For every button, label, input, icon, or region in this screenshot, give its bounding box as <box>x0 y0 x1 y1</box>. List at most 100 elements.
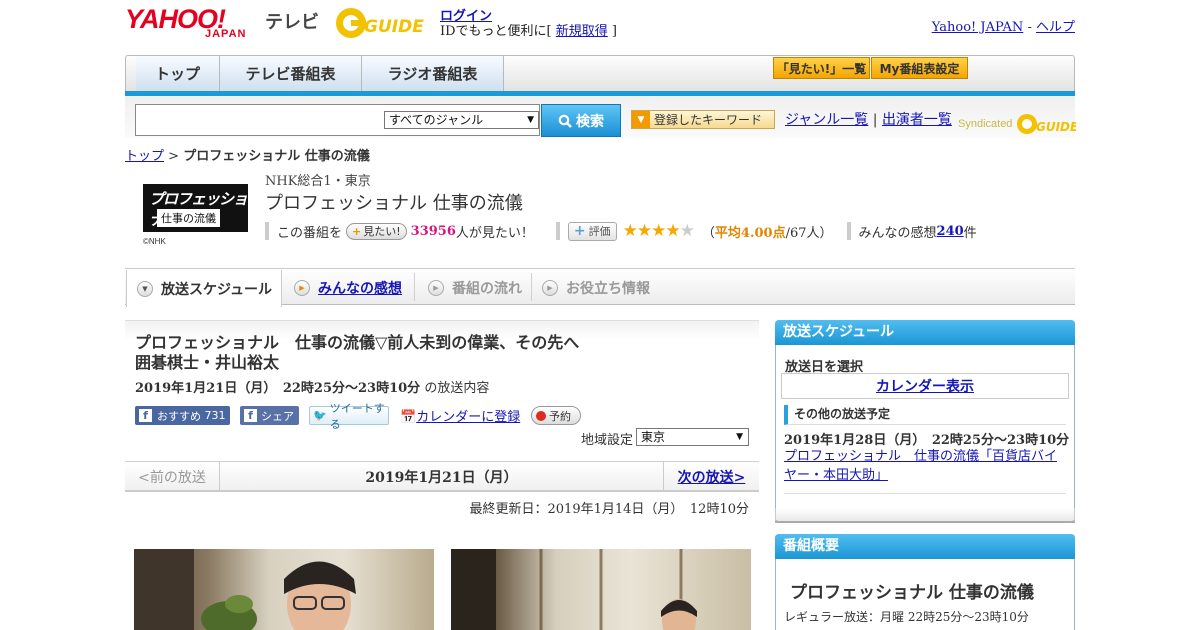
nhk-credit: ©NHK <box>143 237 166 246</box>
divider <box>784 493 1066 494</box>
breadcrumb-top-link[interactable]: トップ <box>125 149 164 164</box>
header-link-sep: - <box>1023 20 1036 35</box>
chevron-down-icon: ▼ <box>137 280 153 297</box>
yahoo-japan-link[interactable]: Yahoo! JAPAN <box>932 20 1024 35</box>
region-label: 地域設定 <box>581 433 634 448</box>
search-button[interactable]: 検索 <box>541 104 621 137</box>
page-title: プロフェッショナル 仕事の流儀 <box>265 193 523 214</box>
program-logo-line2: 仕事の流儀 <box>157 209 220 227</box>
next-broadcast-link[interactable]: 次の放送> <box>663 461 759 492</box>
syndicated-label: Syndicated <box>958 117 1013 130</box>
genre-list-link[interactable]: ジャンル一覧 <box>785 112 868 128</box>
plus-icon: + <box>573 223 586 239</box>
tab-label: みんなの感想 <box>318 280 402 297</box>
nav-tab-top[interactable]: トップ <box>136 56 220 91</box>
other-broadcast-link[interactable]: プロフェッショナル 仕事の流儀「百貨店バイヤー・本田大助」 <box>784 447 1066 485</box>
region-select[interactable]: 東京 ▼ <box>636 428 749 446</box>
episode-title: プロフェッショナル 仕事の流儀▽前人未到の偉業、その先へ 囲碁棋士・井山裕太 <box>135 333 596 372</box>
facebook-like-label: おすすめ <box>157 409 201 423</box>
genre-select-value: すべてのジャンル <box>389 113 484 127</box>
calendar-register-link[interactable]: カレンダーに登録 <box>416 410 520 425</box>
tab-divider <box>414 273 415 301</box>
want-list-button[interactable]: 「見たい!」一覧 <box>773 57 870 79</box>
reserve-label: 予約 <box>549 409 571 423</box>
register-link[interactable]: 新規取得 <box>556 24 608 39</box>
search-links: ジャンル一覧 | 出演者一覧 <box>785 109 952 129</box>
facebook-icon: f <box>139 409 152 422</box>
last-updated: 最終更新日：2019年1月14日（月） 12時10分 <box>469 502 749 517</box>
tab-program-flow[interactable]: ▶ 番組の流れ <box>416 270 531 305</box>
average-suffix: /67人） <box>785 225 833 241</box>
schedule-sidebar-title: 放送スケジュール <box>775 320 1075 345</box>
login-prompt-prefix: IDでもっと便利に[ <box>440 24 556 39</box>
tweet-label: ツイートする <box>329 401 385 431</box>
want-count: 33956 <box>410 223 456 239</box>
next-broadcast-label: 次の放送> <box>677 469 746 486</box>
breadcrumb-sep: > <box>164 149 184 164</box>
want-button-label: 見たい! <box>363 225 401 238</box>
facebook-like-count: 731 <box>204 409 226 422</box>
breadcrumb-current: プロフェッショナル 仕事の流儀 <box>183 149 370 164</box>
gguide-logo: GUIDE <box>334 6 434 40</box>
twitter-bird-icon: 🐦 <box>313 409 327 422</box>
episode-photo[interactable] <box>451 549 751 630</box>
facebook-share-button[interactable]: f シェア <box>240 406 299 425</box>
summary-sidebar-title: 番組概要 <box>775 534 1075 559</box>
calendar-icon: 📅 <box>400 410 417 425</box>
search-button-label: 検索 <box>576 113 604 130</box>
rate-button[interactable]: + 評価 <box>567 221 617 241</box>
genre-select[interactable]: すべてのジャンル ▼ <box>384 111 539 129</box>
stats-separator <box>555 222 560 240</box>
chevron-right-icon: ▶ <box>542 279 558 296</box>
channel-name: NHK総合1・東京 <box>265 174 371 189</box>
registered-keyword-button[interactable]: ▼ 登録したキーワード <box>631 110 775 129</box>
episode-datetime-value: 2019年1月21日（月） 22時25分～23時10分 <box>135 381 421 396</box>
tab-useful-info[interactable]: ▶ お役立ち情報 <box>532 270 662 305</box>
episode-photo[interactable] <box>134 549 434 630</box>
region-select-value: 東京 <box>641 430 666 444</box>
impressions-count-link[interactable]: 240 <box>937 224 964 239</box>
prev-broadcast-link[interactable]: <前の放送 <box>125 461 220 492</box>
want-to-watch-button[interactable]: + 見たい! <box>346 222 407 240</box>
stats-separator <box>846 222 851 240</box>
tab-label: お役立ち情報 <box>566 280 650 297</box>
star-filled-icon: ★ <box>636 221 652 241</box>
facebook-like-button[interactable]: f おすすめ 731 <box>135 406 230 425</box>
tab-label: 番組の流れ <box>452 280 522 297</box>
my-schedule-button[interactable]: My番組表設定 <box>871 57 968 79</box>
tab-label: 放送スケジュール <box>161 281 273 298</box>
pager-current-date: 2019年1月21日（月） <box>365 469 518 486</box>
yahoo-japan-logo-text: JAPAN <box>205 28 247 40</box>
summary-program-title: プロフェッショナル 仕事の流儀 <box>790 583 1034 603</box>
want-prefix: この番組を <box>277 225 343 241</box>
episode-datetime-suffix: の放送内容 <box>424 381 490 396</box>
login-prompt: IDでもっと便利に[ 新規取得 ] <box>440 20 617 39</box>
gguide-logo-text: GUIDE <box>364 17 424 37</box>
tweet-button[interactable]: 🐦 ツイートする <box>309 402 389 431</box>
header-links: Yahoo! JAPAN - ヘルプ <box>932 16 1075 35</box>
program-stats: この番組を + 見たい! 33956 人が見たい！ + 評価 ★★★★★ （平均4.0… <box>265 221 977 241</box>
nav-tab-tv-schedule[interactable]: テレビ番組表 <box>220 56 362 91</box>
chevron-right-icon: ▶ <box>294 279 310 296</box>
star-empty-icon: ★ <box>679 221 695 241</box>
gguide-small-logo: GUIDE <box>1016 114 1079 134</box>
reserve-button[interactable]: 予約 <box>531 406 581 425</box>
record-dot-icon <box>536 410 546 421</box>
chevron-down-icon: ▼ <box>736 432 743 442</box>
breadcrumb: トップ > プロフェッショナル 仕事の流儀 <box>125 145 370 164</box>
tv-logo-text[interactable]: テレビ <box>265 8 319 34</box>
tab-impressions[interactable]: ▶ みんなの感想 <box>282 270 412 305</box>
rating-stars: ★★★★★ <box>623 221 695 241</box>
calendar-view-label: カレンダー表示 <box>876 379 974 395</box>
calendar-view-button[interactable]: カレンダー表示 <box>781 373 1069 399</box>
rate-button-label: 評価 <box>588 225 611 238</box>
chevron-down-icon: ▼ <box>527 115 534 125</box>
cast-list-link[interactable]: 出演者一覧 <box>882 112 952 128</box>
search-icon <box>558 114 572 128</box>
want-suffix: 人が見たい！ <box>455 225 534 241</box>
help-link[interactable]: ヘルプ <box>1036 20 1075 35</box>
other-broadcast-time: 2019年1月28日（月） 22時25分～23時10分 <box>784 433 1070 448</box>
plus-icon: + <box>352 224 362 238</box>
tab-broadcast-schedule[interactable]: ▼ 放送スケジュール <box>126 270 282 307</box>
nav-tab-radio-schedule[interactable]: ラジオ番組表 <box>362 56 504 91</box>
